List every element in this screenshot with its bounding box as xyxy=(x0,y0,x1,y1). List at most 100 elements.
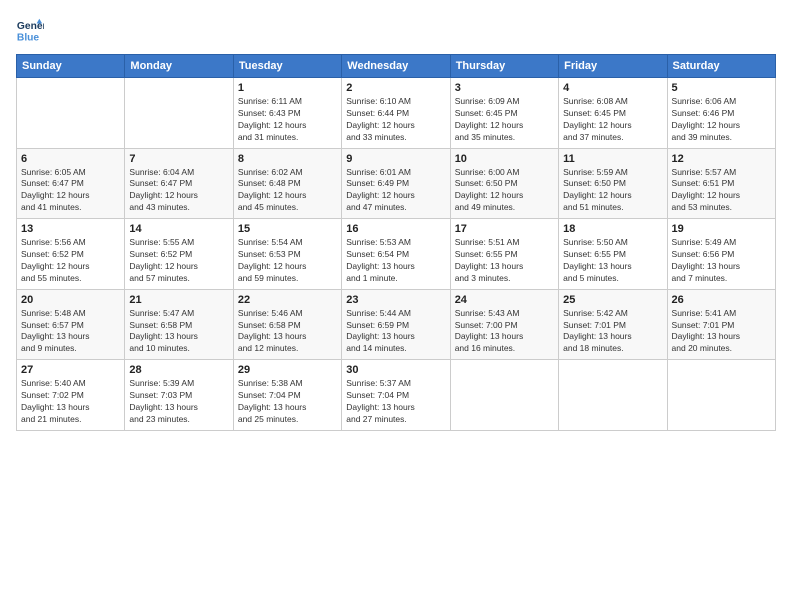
calendar-cell: 7 Sunrise: 6:04 AM Sunset: 6:47 PM Daylig… xyxy=(125,148,233,219)
calendar-cell: 10Sunrise: 6:00 AM Sunset: 6:50 PM Dayli… xyxy=(450,148,558,219)
day-number: 26 xyxy=(672,294,771,306)
week-row-5: 27 Sunrise: 5:40 AM Sunset: 7:02 PM Dayli… xyxy=(17,360,776,431)
calendar-cell xyxy=(450,360,558,431)
day-number: 25 xyxy=(563,294,662,306)
day-info: Sunrise: 6:10 AM Sunset: 6:44 PM Dayligh… xyxy=(346,96,445,144)
weekday-header-saturday: Saturday xyxy=(667,55,775,78)
day-info: Sunrise: 5:42 AM Sunset: 7:01 PM Dayligh… xyxy=(563,308,662,356)
day-number: 5 xyxy=(672,82,771,94)
day-number: 4 xyxy=(563,82,662,94)
day-number: 11 xyxy=(563,153,662,165)
weekday-header-wednesday: Wednesday xyxy=(342,55,450,78)
calendar-cell xyxy=(125,78,233,149)
day-number: 12 xyxy=(672,153,771,165)
day-info: Sunrise: 5:50 AM Sunset: 6:55 PM Dayligh… xyxy=(563,237,662,285)
calendar-cell: 24Sunrise: 5:43 AM Sunset: 7:00 PM Dayli… xyxy=(450,289,558,360)
day-number: 24 xyxy=(455,294,554,306)
calendar-cell: 2 Sunrise: 6:10 AM Sunset: 6:44 PM Daylig… xyxy=(342,78,450,149)
calendar-cell: 4 Sunrise: 6:08 AM Sunset: 6:45 PM Daylig… xyxy=(559,78,667,149)
day-number: 17 xyxy=(455,223,554,235)
day-info: Sunrise: 6:11 AM Sunset: 6:43 PM Dayligh… xyxy=(238,96,337,144)
calendar-cell: 13 Sunrise: 5:56 AM Sunset: 6:52 PM Dayli… xyxy=(17,219,125,290)
day-number: 20 xyxy=(21,294,120,306)
calendar-cell: 8 Sunrise: 6:02 AM Sunset: 6:48 PM Daylig… xyxy=(233,148,341,219)
day-info: Sunrise: 5:38 AM Sunset: 7:04 PM Dayligh… xyxy=(238,378,337,426)
calendar-cell: 11Sunrise: 5:59 AM Sunset: 6:50 PM Dayli… xyxy=(559,148,667,219)
day-number: 18 xyxy=(563,223,662,235)
calendar-cell: 3 Sunrise: 6:09 AM Sunset: 6:45 PM Daylig… xyxy=(450,78,558,149)
weekday-header-tuesday: Tuesday xyxy=(233,55,341,78)
calendar-cell: 6 Sunrise: 6:05 AM Sunset: 6:47 PM Daylig… xyxy=(17,148,125,219)
calendar-cell: 14Sunrise: 5:55 AM Sunset: 6:52 PM Dayli… xyxy=(125,219,233,290)
calendar-table: SundayMondayTuesdayWednesdayThursdayFrid… xyxy=(16,54,776,431)
calendar-cell: 26 Sunrise: 5:41 AM Sunset: 7:01 PM Dayli… xyxy=(667,289,775,360)
day-number: 9 xyxy=(346,153,445,165)
weekday-header-friday: Friday xyxy=(559,55,667,78)
calendar-cell: 19 Sunrise: 5:49 AM Sunset: 6:56 PM Dayli… xyxy=(667,219,775,290)
day-info: Sunrise: 6:06 AM Sunset: 6:46 PM Dayligh… xyxy=(672,96,771,144)
day-number: 27 xyxy=(21,364,120,376)
calendar-cell: 15 Sunrise: 5:54 AM Sunset: 6:53 PM Dayli… xyxy=(233,219,341,290)
calendar-cell: 30 Sunrise: 5:37 AM Sunset: 7:04 PM Dayli… xyxy=(342,360,450,431)
calendar-cell: 29Sunrise: 5:38 AM Sunset: 7:04 PM Dayli… xyxy=(233,360,341,431)
calendar-cell xyxy=(559,360,667,431)
day-number: 13 xyxy=(21,223,120,235)
week-row-1: 1Sunrise: 6:11 AM Sunset: 6:43 PM Daylig… xyxy=(17,78,776,149)
day-number: 16 xyxy=(346,223,445,235)
day-number: 21 xyxy=(129,294,228,306)
calendar-cell: 21 Sunrise: 5:47 AM Sunset: 6:58 PM Dayli… xyxy=(125,289,233,360)
logo: General Blue xyxy=(16,16,48,44)
calendar-cell: 20Sunrise: 5:48 AM Sunset: 6:57 PM Dayli… xyxy=(17,289,125,360)
day-info: Sunrise: 5:46 AM Sunset: 6:58 PM Dayligh… xyxy=(238,308,337,356)
day-info: Sunrise: 5:41 AM Sunset: 7:01 PM Dayligh… xyxy=(672,308,771,356)
calendar-cell: 28Sunrise: 5:39 AM Sunset: 7:03 PM Dayli… xyxy=(125,360,233,431)
day-number: 8 xyxy=(238,153,337,165)
svg-text:Blue: Blue xyxy=(17,32,40,43)
day-number: 6 xyxy=(21,153,120,165)
day-number: 30 xyxy=(346,364,445,376)
day-info: Sunrise: 5:49 AM Sunset: 6:56 PM Dayligh… xyxy=(672,237,771,285)
day-number: 22 xyxy=(238,294,337,306)
logo-icon: General Blue xyxy=(16,16,44,44)
day-info: Sunrise: 5:54 AM Sunset: 6:53 PM Dayligh… xyxy=(238,237,337,285)
calendar-cell: 25 Sunrise: 5:42 AM Sunset: 7:01 PM Dayli… xyxy=(559,289,667,360)
weekday-header-monday: Monday xyxy=(125,55,233,78)
day-info: Sunrise: 6:04 AM Sunset: 6:47 PM Dayligh… xyxy=(129,167,228,215)
day-info: Sunrise: 5:40 AM Sunset: 7:02 PM Dayligh… xyxy=(21,378,120,426)
calendar-cell: 18 Sunrise: 5:50 AM Sunset: 6:55 PM Dayli… xyxy=(559,219,667,290)
day-info: Sunrise: 5:53 AM Sunset: 6:54 PM Dayligh… xyxy=(346,237,445,285)
day-info: Sunrise: 5:57 AM Sunset: 6:51 PM Dayligh… xyxy=(672,167,771,215)
weekday-header-row: SundayMondayTuesdayWednesdayThursdayFrid… xyxy=(17,55,776,78)
day-number: 19 xyxy=(672,223,771,235)
day-info: Sunrise: 6:09 AM Sunset: 6:45 PM Dayligh… xyxy=(455,96,554,144)
page-container: General Blue SundayMondayTuesdayWednesda… xyxy=(0,0,792,612)
calendar-cell: 22 Sunrise: 5:46 AM Sunset: 6:58 PM Dayli… xyxy=(233,289,341,360)
header: General Blue xyxy=(16,16,776,44)
weekday-header-thursday: Thursday xyxy=(450,55,558,78)
day-info: Sunrise: 6:01 AM Sunset: 6:49 PM Dayligh… xyxy=(346,167,445,215)
day-number: 2 xyxy=(346,82,445,94)
day-number: 3 xyxy=(455,82,554,94)
day-number: 23 xyxy=(346,294,445,306)
week-row-2: 6 Sunrise: 6:05 AM Sunset: 6:47 PM Daylig… xyxy=(17,148,776,219)
day-info: Sunrise: 6:08 AM Sunset: 6:45 PM Dayligh… xyxy=(563,96,662,144)
calendar-cell: 5 Sunrise: 6:06 AM Sunset: 6:46 PM Daylig… xyxy=(667,78,775,149)
day-info: Sunrise: 6:02 AM Sunset: 6:48 PM Dayligh… xyxy=(238,167,337,215)
day-number: 7 xyxy=(129,153,228,165)
day-info: Sunrise: 5:55 AM Sunset: 6:52 PM Dayligh… xyxy=(129,237,228,285)
calendar-cell: 17Sunrise: 5:51 AM Sunset: 6:55 PM Dayli… xyxy=(450,219,558,290)
day-number: 15 xyxy=(238,223,337,235)
week-row-4: 20Sunrise: 5:48 AM Sunset: 6:57 PM Dayli… xyxy=(17,289,776,360)
day-info: Sunrise: 5:56 AM Sunset: 6:52 PM Dayligh… xyxy=(21,237,120,285)
calendar-cell: 27 Sunrise: 5:40 AM Sunset: 7:02 PM Dayli… xyxy=(17,360,125,431)
day-info: Sunrise: 5:37 AM Sunset: 7:04 PM Dayligh… xyxy=(346,378,445,426)
calendar-cell: 16 Sunrise: 5:53 AM Sunset: 6:54 PM Dayli… xyxy=(342,219,450,290)
calendar-cell: 23Sunrise: 5:44 AM Sunset: 6:59 PM Dayli… xyxy=(342,289,450,360)
day-number: 10 xyxy=(455,153,554,165)
day-info: Sunrise: 6:05 AM Sunset: 6:47 PM Dayligh… xyxy=(21,167,120,215)
calendar-cell xyxy=(17,78,125,149)
calendar-cell: 1Sunrise: 6:11 AM Sunset: 6:43 PM Daylig… xyxy=(233,78,341,149)
weekday-header-sunday: Sunday xyxy=(17,55,125,78)
day-info: Sunrise: 5:47 AM Sunset: 6:58 PM Dayligh… xyxy=(129,308,228,356)
day-info: Sunrise: 5:39 AM Sunset: 7:03 PM Dayligh… xyxy=(129,378,228,426)
